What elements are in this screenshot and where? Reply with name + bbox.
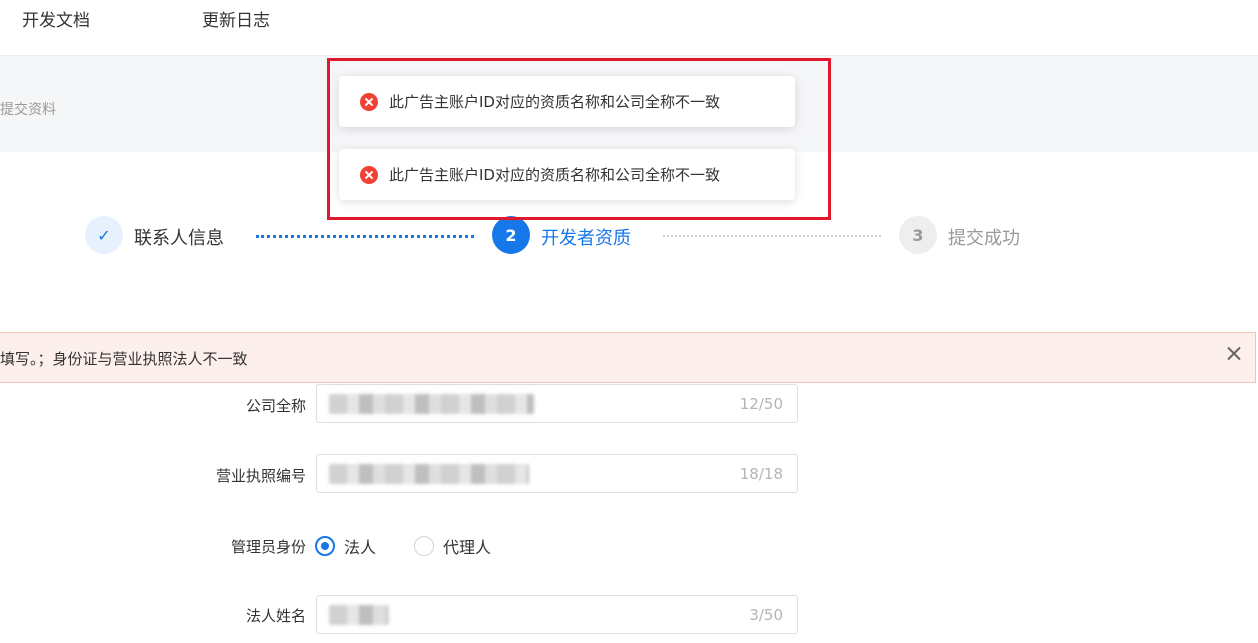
company-name-label: 公司全称 [245, 397, 306, 415]
toast-message: 此广告主账户ID对应的资质名称和公司全称不一致 [389, 166, 720, 184]
step-3-label: 提交成功 [948, 228, 1020, 249]
radio-checked-icon [315, 536, 335, 556]
step-1-label: 联系人信息 [134, 228, 224, 249]
radio-agent[interactable]: 代理人 [414, 534, 491, 558]
error-circle-icon [360, 93, 378, 111]
company-name-input[interactable]: 12/50 [316, 384, 798, 423]
license-no-input[interactable]: 18/18 [316, 454, 798, 493]
error-toast: 此广告主账户ID对应的资质名称和公司全称不一致 [339, 149, 795, 200]
alert-message: 填写。；身份证与营业执照法人不一致 [0, 350, 248, 368]
step-1-check-icon: ✓ [85, 216, 123, 254]
radio-unchecked-icon [414, 536, 434, 556]
company-name-char-count: 12/50 [739, 395, 783, 413]
nav-link-dev-docs[interactable]: 开发文档 [22, 6, 90, 31]
admin-identity-label: 管理员身份 [230, 538, 306, 556]
step-2-number: 2 [492, 216, 530, 254]
breadcrumb: 提交资料 [0, 102, 56, 118]
license-no-char-count: 18/18 [739, 465, 783, 483]
radio-legal-person-label: 法人 [344, 538, 377, 557]
step-3-number: 3 [899, 216, 937, 254]
legal-name-char-count: 3/50 [749, 606, 783, 624]
radio-agent-label: 代理人 [443, 538, 492, 557]
top-navigation: 开发文档 更新日志 [0, 0, 1258, 55]
legal-name-input[interactable]: 3/50 [316, 595, 798, 634]
step-2-label: 开发者资质 [541, 228, 631, 249]
radio-legal-person[interactable]: 法人 [315, 534, 376, 558]
redacted-value [329, 605, 389, 625]
redacted-value [329, 464, 529, 484]
error-circle-icon [360, 166, 378, 184]
step-connector-1 [256, 235, 474, 238]
close-icon[interactable] [1223, 343, 1245, 365]
legal-name-label: 法人姓名 [245, 607, 306, 625]
error-toast: 此广告主账户ID对应的资质名称和公司全称不一致 [339, 76, 795, 127]
error-alert-banner: 填写。；身份证与营业执照法人不一致 [0, 332, 1256, 383]
toast-message: 此广告主账户ID对应的资质名称和公司全称不一致 [389, 93, 720, 111]
redacted-value [329, 394, 534, 414]
license-no-label: 营业执照编号 [215, 467, 306, 485]
nav-link-changelog[interactable]: 更新日志 [202, 6, 270, 31]
step-connector-2 [663, 235, 881, 237]
